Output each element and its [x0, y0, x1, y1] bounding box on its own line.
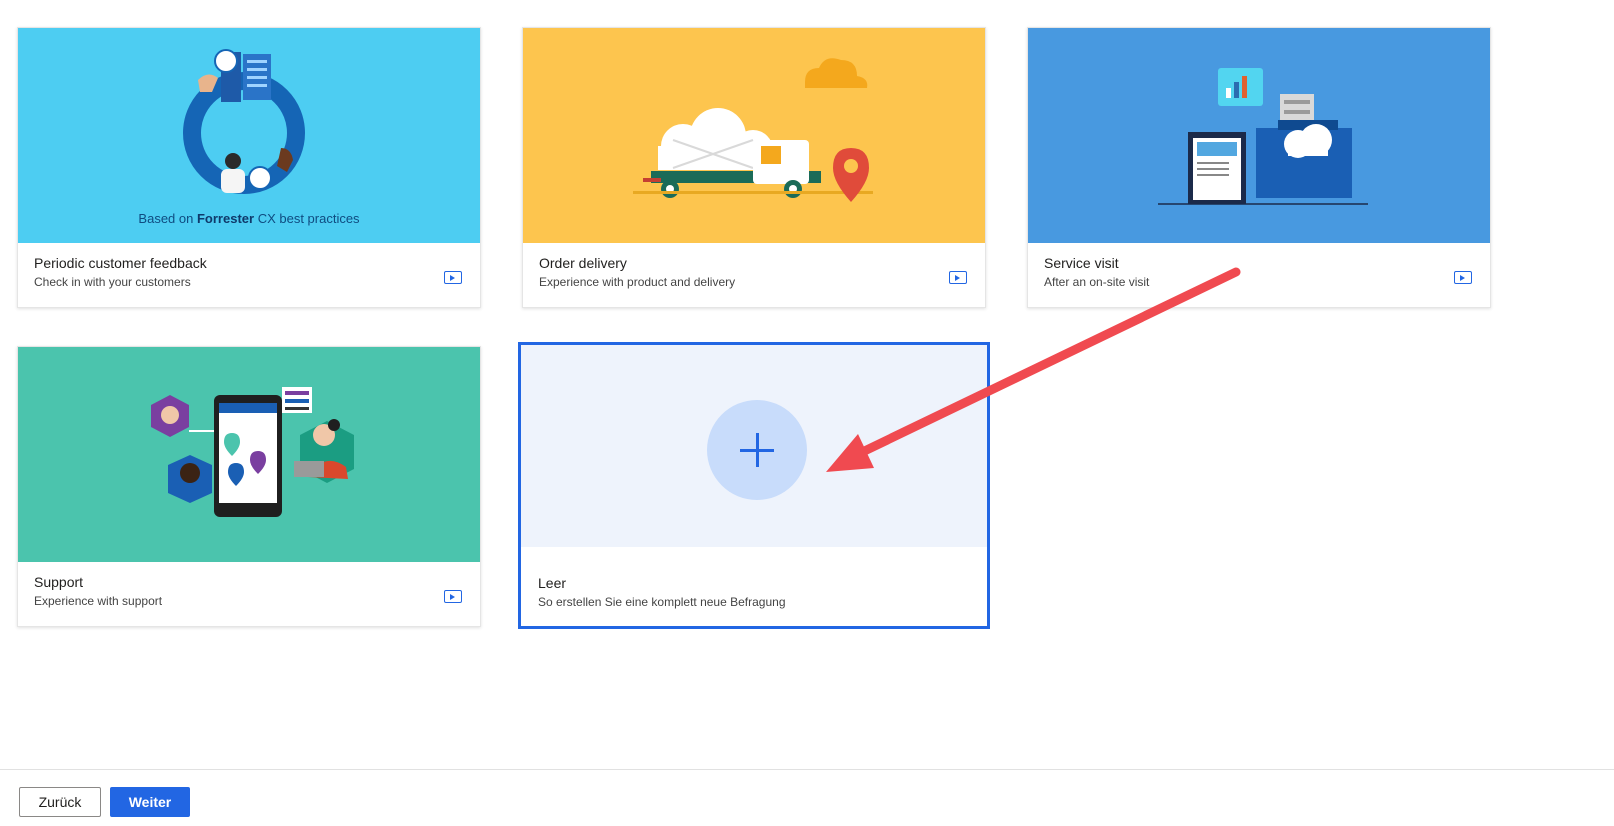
template-subtitle: After an on-site visit — [1044, 275, 1150, 289]
plus-icon[interactable] — [707, 400, 807, 500]
template-banner-image — [1028, 28, 1490, 243]
template-banner-image: Based on Forrester CX best practices — [18, 28, 480, 243]
forrester-badge: Based on Forrester CX best practices — [138, 211, 360, 226]
template-subtitle: Experience with support — [34, 594, 163, 608]
template-title: Support — [34, 574, 84, 590]
template-card-support[interactable]: Support Experience with support — [17, 346, 481, 627]
back-button[interactable]: Zurück — [19, 787, 101, 817]
template-banner-blank — [521, 345, 987, 547]
template-title: Order delivery — [539, 255, 627, 271]
template-card-service-visit[interactable]: Service visit After an on-site visit — [1027, 27, 1491, 308]
footer-divider — [0, 769, 1614, 770]
template-banner-image — [523, 28, 985, 243]
template-subtitle: Check in with your customers — [34, 275, 191, 289]
template-title: Periodic customer feedback — [34, 255, 207, 271]
play-video-icon[interactable] — [444, 271, 462, 284]
play-video-icon[interactable] — [1454, 271, 1472, 284]
template-card-order-delivery[interactable]: Order delivery Experience with product a… — [522, 27, 986, 308]
play-video-icon[interactable] — [949, 271, 967, 284]
next-button[interactable]: Weiter — [110, 787, 190, 817]
template-card-blank[interactable]: Leer So erstellen Sie eine komplett neue… — [518, 342, 990, 629]
template-subtitle: So erstellen Sie eine komplett neue Befr… — [538, 595, 786, 609]
template-banner-image — [18, 347, 480, 562]
template-card-periodic-feedback[interactable]: Based on Forrester CX best practices Per… — [17, 27, 481, 308]
play-video-icon[interactable] — [444, 590, 462, 603]
template-title: Service visit — [1044, 255, 1119, 271]
template-title: Leer — [538, 575, 567, 591]
template-subtitle: Experience with product and delivery — [539, 275, 736, 289]
